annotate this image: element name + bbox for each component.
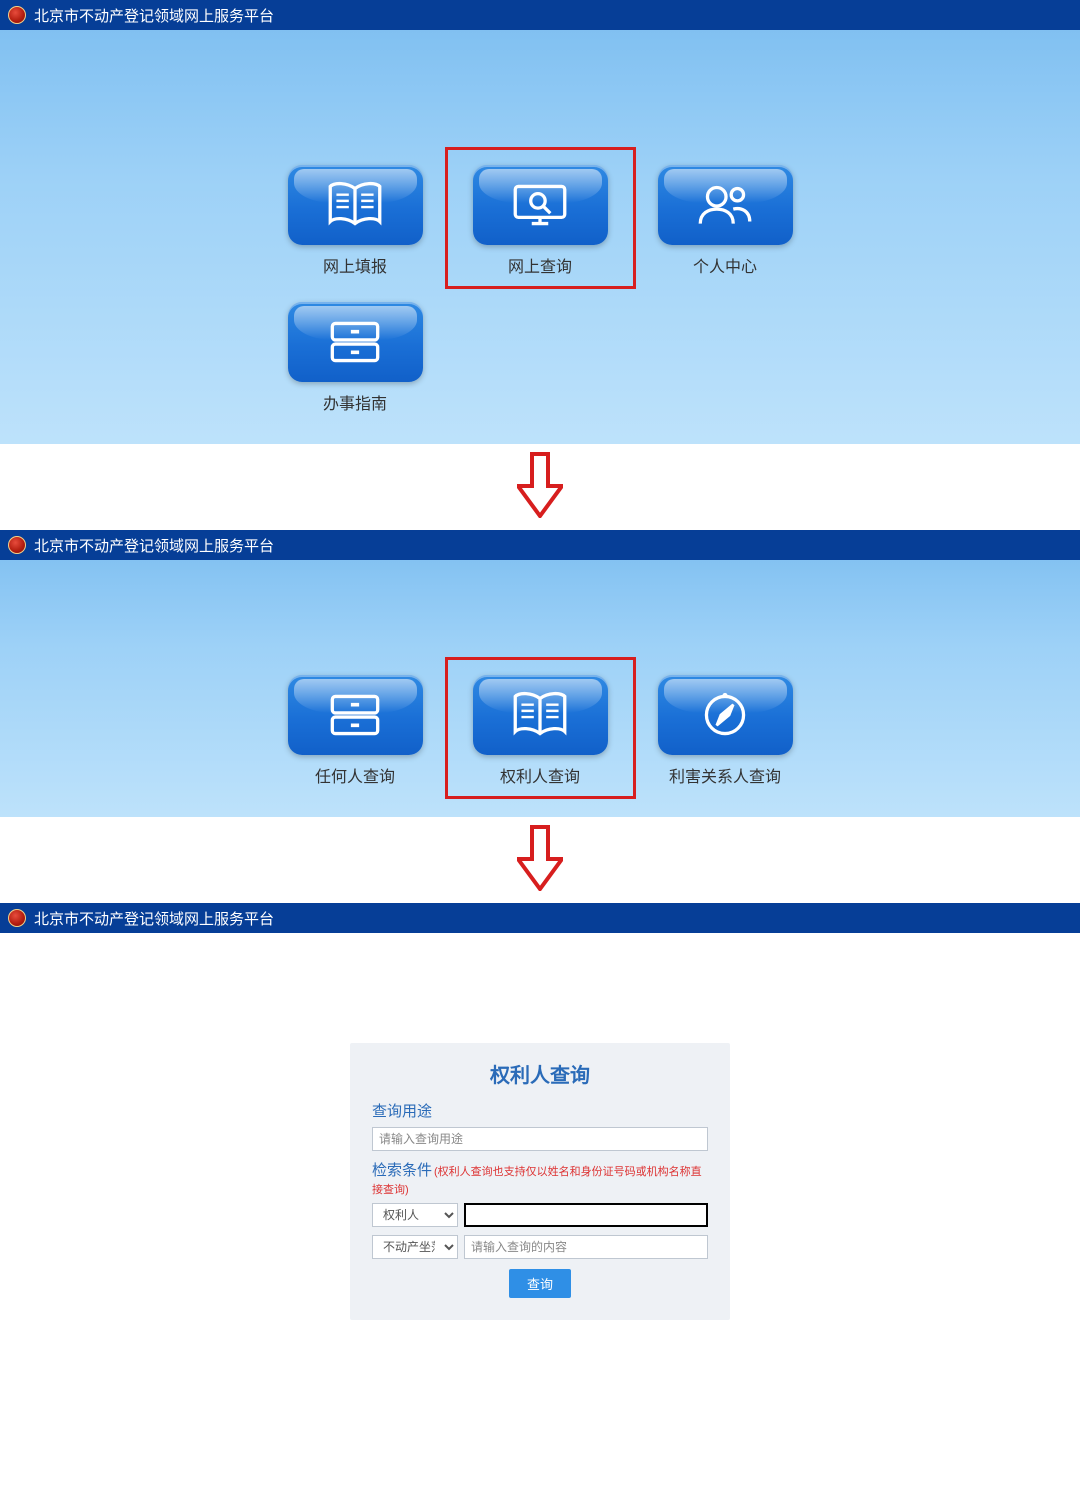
usage-label: 查询用途 [372, 1100, 708, 1121]
criteria-type-select-2[interactable]: 不动产坐落 [372, 1235, 458, 1259]
header-bar: 北京市不动产登记领域网上服务平台 [0, 530, 1080, 560]
arrow-down-icon [517, 825, 563, 891]
tile-guide[interactable]: 办事指南 [278, 302, 433, 414]
tile-owner-query[interactable]: 权利人查询 [463, 675, 618, 787]
tile-user-center[interactable]: 个人中心 [648, 165, 803, 277]
query-form: 权利人查询 查询用途 检索条件(权利人查询也支持仅以姓名和身份证号码或机构名称直… [350, 1043, 730, 1320]
tile-label: 利害关系人查询 [669, 763, 781, 787]
app-title: 北京市不动产登记领域网上服务平台 [34, 5, 274, 26]
emblem-icon [8, 6, 26, 24]
tile-label: 个人中心 [693, 253, 757, 277]
panel-step-3: 北京市不动产登记领域网上服务平台 权利人查询 查询用途 检索条件(权利人查询也支… [0, 903, 1080, 1320]
tile-label: 任何人查询 [315, 763, 395, 787]
tile-stakeholder-query[interactable]: 利害关系人查询 [648, 675, 803, 787]
criteria-label: 检索条件(权利人查询也支持仅以姓名和身份证号码或机构名称直接查询) [372, 1159, 708, 1197]
tile-online-query[interactable]: 网上查询 [463, 165, 618, 277]
tile-online-fill[interactable]: 网上填报 [278, 165, 433, 277]
tile-label: 办事指南 [323, 390, 387, 414]
arrow-1 [0, 444, 1080, 530]
criteria-value-input-1[interactable] [464, 1203, 708, 1227]
header-bar: 北京市不动产登记领域网上服务平台 [0, 903, 1080, 933]
usage-input[interactable] [372, 1127, 708, 1151]
tile-grid-1: 网上填报 网上查询 [0, 30, 1080, 414]
archive-icon [322, 690, 388, 740]
app-title: 北京市不动产登记领域网上服务平台 [34, 908, 274, 929]
emblem-icon [8, 909, 26, 927]
submit-button[interactable]: 查询 [509, 1269, 571, 1298]
criteria-label-text: 检索条件 [372, 1162, 432, 1179]
monitor-search-icon [507, 180, 573, 230]
tile-anyone-query[interactable]: 任何人查询 [278, 675, 433, 787]
tile-label: 权利人查询 [500, 763, 580, 787]
users-icon [692, 180, 758, 230]
archive-icon [322, 317, 388, 367]
header-bar: 北京市不动产登记领域网上服务平台 [0, 0, 1080, 30]
form-title: 权利人查询 [372, 1059, 708, 1088]
book-icon [507, 690, 573, 740]
criteria-value-input-2[interactable] [464, 1235, 708, 1259]
tile-grid-2: 任何人查询 权利人查询 利害关系人查询 [0, 560, 1080, 787]
panel-step-2: 北京市不动产登记领域网上服务平台 任何人查询 权利人查询 [0, 530, 1080, 817]
arrow-down-icon [517, 452, 563, 518]
tile-label: 网上查询 [508, 253, 572, 277]
book-icon [322, 180, 388, 230]
arrow-2 [0, 817, 1080, 903]
compass-icon [692, 690, 758, 740]
emblem-icon [8, 536, 26, 554]
criteria-type-select-1[interactable]: 权利人 [372, 1203, 458, 1227]
panel-step-1: 北京市不动产登记领域网上服务平台 网上填报 网上查询 [0, 0, 1080, 444]
app-title: 北京市不动产登记领域网上服务平台 [34, 535, 274, 556]
tile-label: 网上填报 [323, 253, 387, 277]
